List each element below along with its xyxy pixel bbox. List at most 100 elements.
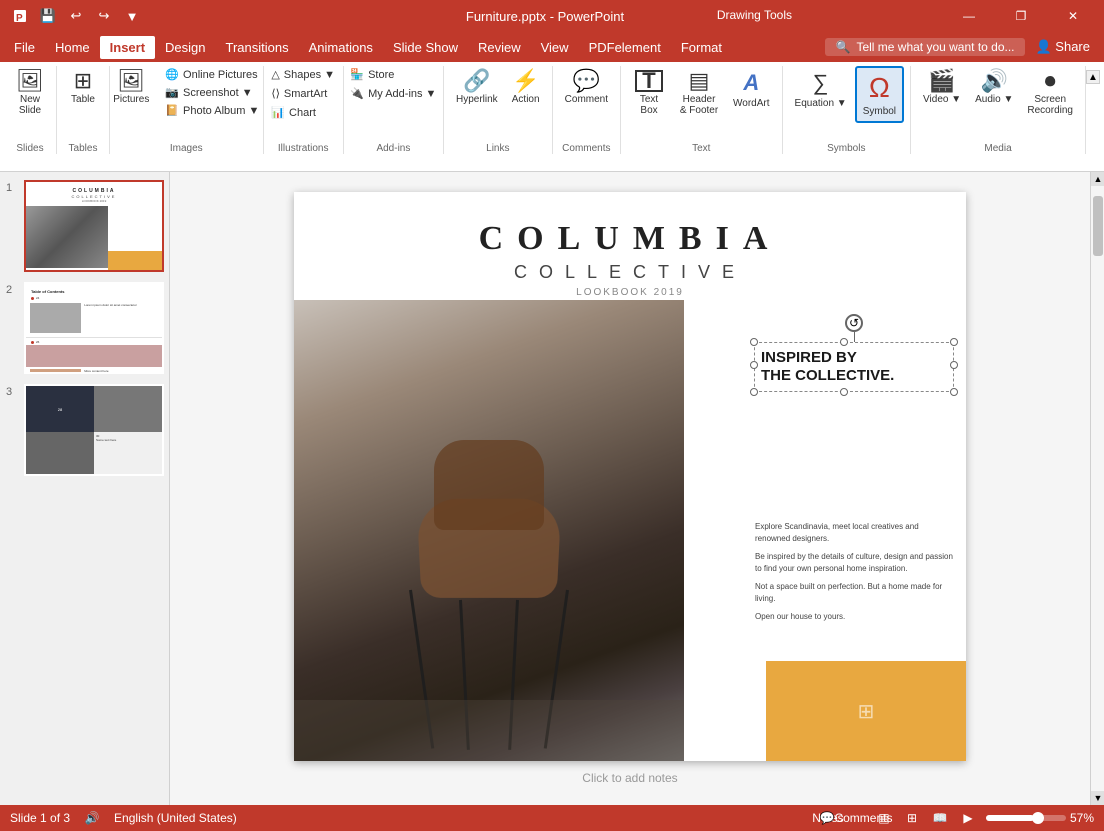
comments-button[interactable]: 💬 Comments — [846, 808, 866, 828]
handle-bm[interactable] — [840, 388, 848, 396]
store-button[interactable]: 🏪 Store — [344, 66, 400, 83]
smartart-button[interactable]: ⟨⟩ SmartArt — [265, 85, 333, 102]
screenshot-button[interactable]: 📷 Screenshot ▼ — [159, 84, 265, 101]
scroll-down-button[interactable]: ▼ — [1091, 791, 1104, 805]
redo-button[interactable]: ↪ — [92, 4, 116, 28]
scroll-track[interactable] — [1091, 186, 1104, 791]
comment-button[interactable]: 💬 Comment — [559, 66, 614, 109]
media-group-label: Media — [984, 143, 1011, 154]
comments-group-items: 💬 Comment — [559, 66, 614, 141]
header-footer-button[interactable]: ▤ Header& Footer — [673, 66, 725, 120]
equations-button[interactable]: ∑ Equation ▼ — [789, 66, 853, 113]
menu-format[interactable]: Format — [671, 36, 732, 59]
menu-view[interactable]: View — [531, 36, 579, 59]
menu-transitions[interactable]: Transitions — [216, 36, 299, 59]
slideshow-button[interactable]: ▶ — [958, 808, 978, 828]
handle-tl[interactable] — [750, 338, 758, 346]
my-addins-button[interactable]: 🔌 My Add-ins ▼ — [344, 85, 442, 102]
menu-home[interactable]: Home — [45, 36, 100, 59]
thumb-toc-item-1: 24 — [26, 296, 162, 300]
wordart-button[interactable]: A WordArt — [727, 66, 776, 113]
comments-group-label: Comments — [562, 143, 610, 154]
screen-recording-button[interactable]: ⏺ ScreenRecording — [1021, 66, 1079, 120]
slide-canvas[interactable]: COLUMBIA COLLECTIVE LOOKBOOK 2019 — [294, 192, 966, 761]
zoom-thumb[interactable] — [1032, 812, 1044, 824]
menu-pdfelement[interactable]: PDFelement — [579, 36, 671, 59]
online-pictures-button[interactable]: 🌐 Online Pictures — [159, 66, 265, 83]
zoom-slider[interactable] — [986, 815, 1066, 821]
thumb-toc-item-2: 26 — [26, 340, 162, 344]
status-left: Slide 1 of 3 🔊 English (United States) — [10, 808, 237, 828]
new-slide-icon: 🖼 — [16, 70, 44, 92]
customize-qat-button[interactable]: ▼ — [120, 4, 144, 28]
slide-subtitle: COLLECTIVE — [294, 262, 966, 283]
chart-button[interactable]: 📊 Chart — [265, 104, 322, 121]
rotate-handle[interactable]: ↺ — [845, 314, 863, 332]
tables-group-items: ⊞ Table — [63, 66, 103, 141]
normal-view-button[interactable]: ▤ — [874, 808, 894, 828]
audio-button[interactable]: 🔊 Audio ▼ — [969, 66, 1019, 109]
reading-view-button[interactable]: 📖 — [930, 808, 950, 828]
wordart-label: WordArt — [733, 98, 770, 109]
table-label: Table — [71, 94, 95, 105]
notes-area[interactable]: Click to add notes — [294, 771, 966, 785]
slide-gold-bar: ⊞ — [766, 661, 966, 761]
ribbon-expand-button[interactable]: ▲ — [1086, 70, 1100, 84]
handle-br[interactable] — [950, 388, 958, 396]
menu-insert[interactable]: Insert — [100, 36, 155, 59]
menu-review[interactable]: Review — [468, 36, 531, 59]
ribbon-group-text: T TextBox ▤ Header& Footer A WordArt Tex… — [621, 66, 783, 154]
handle-bl[interactable] — [750, 388, 758, 396]
header-footer-label: Header& Footer — [680, 94, 718, 116]
scroll-thumb[interactable] — [1093, 196, 1103, 256]
slide-thumb-2[interactable]: 2 Table of Contents 24 Lorem ipsum dolor… — [6, 282, 163, 374]
slide-thumb-3[interactable]: 3 28 30Some text here — [6, 384, 163, 476]
restore-button[interactable]: ❐ — [998, 0, 1044, 32]
powerpoint-icon[interactable]: P — [8, 4, 32, 28]
rotate-handle-area: ↺ — [845, 314, 863, 342]
slide-thumb-1[interactable]: 1 COLUMBIA COLLECTIVE LOOKBOOK 2019 — [6, 180, 163, 272]
action-icon: ⚡ — [512, 70, 539, 92]
comment-label: Comment — [565, 94, 608, 105]
slide-notes-icon[interactable]: 🔊 — [82, 808, 102, 828]
video-label: Video ▼ — [923, 94, 961, 105]
shapes-label: Shapes ▼ — [284, 69, 335, 81]
textbox-button[interactable]: T TextBox — [627, 66, 671, 120]
my-addins-icon: 🔌 — [350, 87, 364, 100]
main-area: 1 COLUMBIA COLLECTIVE LOOKBOOK 2019 2 Ta… — [0, 172, 1104, 805]
handle-ml[interactable] — [750, 361, 758, 369]
smartart-label: SmartArt — [284, 88, 327, 100]
hyperlink-button[interactable]: 🔗 Hyperlink — [450, 66, 504, 109]
slide-num-1: 1 — [6, 182, 18, 194]
photo-album-button[interactable]: 📔 Photo Album ▼ — [159, 102, 265, 119]
share-button[interactable]: 👤 Share — [1025, 35, 1100, 59]
close-button[interactable]: ✕ — [1050, 0, 1096, 32]
undo-button[interactable]: ↩ — [64, 4, 88, 28]
handle-tr[interactable] — [950, 338, 958, 346]
minimize-button[interactable]: — — [946, 0, 992, 32]
smartart-icon: ⟨⟩ — [271, 87, 280, 100]
menu-design[interactable]: Design — [155, 36, 215, 59]
text-group-label: Text — [692, 143, 710, 154]
new-slide-button[interactable]: 🖼 NewSlide — [10, 66, 50, 120]
scroll-up-button[interactable]: ▲ — [1091, 172, 1104, 186]
handle-mr[interactable] — [950, 361, 958, 369]
menu-slideshow[interactable]: Slide Show — [383, 36, 468, 59]
menu-file[interactable]: File — [4, 36, 45, 59]
body-text-4: Open our house to yours. — [755, 611, 953, 623]
tell-me-search[interactable]: 🔍 Tell me what you want to do... — [825, 38, 1025, 56]
pictures-button[interactable]: 🖼 Pictures — [107, 66, 155, 109]
table-button[interactable]: ⊞ Table — [63, 66, 103, 109]
slide-body-text: Explore Scandinavia, meet local creative… — [754, 520, 954, 624]
textbox-label: TextBox — [640, 94, 658, 116]
shapes-button[interactable]: △ Shapes ▼ — [265, 66, 341, 83]
save-button[interactable]: 💾 — [36, 4, 60, 28]
slide-sorter-button[interactable]: ⊞ — [902, 808, 922, 828]
action-button[interactable]: ⚡ Action — [506, 66, 546, 109]
menu-animations[interactable]: Animations — [299, 36, 383, 59]
thumb-year-1: LOOKBOOK 2019 — [26, 199, 162, 203]
slide-text-box[interactable]: INSPIRED BY THE COLLECTIVE. ↺ — [754, 342, 954, 392]
video-button[interactable]: 🎬 Video ▼ — [917, 66, 967, 109]
symbol-button[interactable]: Ω Symbol — [855, 66, 904, 123]
slide-num-3: 3 — [6, 386, 18, 398]
